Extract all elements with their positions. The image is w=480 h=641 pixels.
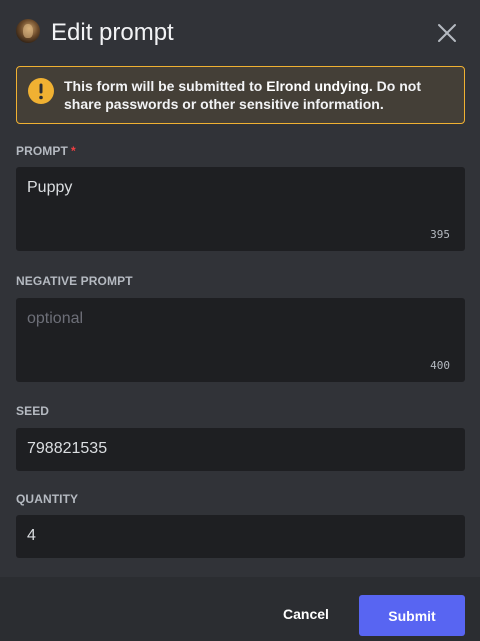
app-avatar-icon: [16, 19, 40, 43]
submit-button[interactable]: Submit: [359, 595, 465, 636]
prompt-label-text: PROMPT: [16, 144, 68, 158]
prompt-char-counter: 395: [430, 228, 450, 241]
quantity-input[interactable]: 4: [16, 515, 465, 558]
quantity-value: 4: [27, 527, 36, 544]
modal-title: Edit prompt: [51, 19, 174, 46]
seed-value: 798821535: [27, 440, 108, 457]
cancel-button[interactable]: Cancel: [268, 595, 344, 633]
negative-prompt-char-counter: 400: [430, 359, 450, 372]
close-icon: [438, 24, 456, 42]
close-button[interactable]: [434, 20, 460, 46]
edit-prompt-modal: Edit prompt This form will be submitted …: [0, 0, 480, 641]
seed-input[interactable]: 798821535: [16, 428, 465, 471]
warning-notice-text: This form will be submitted to Elrond un…: [64, 77, 456, 113]
modal-header: Edit prompt: [0, 0, 480, 66]
prompt-textarea[interactable]: Puppy 395: [16, 167, 465, 251]
required-mark: *: [70, 144, 76, 158]
negative-prompt-placeholder: optional: [27, 310, 84, 327]
seed-label: SEED: [16, 404, 50, 418]
quantity-label: QUANTITY: [16, 492, 79, 506]
warning-notice: This form will be submitted to Elrond un…: [16, 66, 465, 124]
prompt-label: PROMPT *: [16, 143, 76, 159]
negative-prompt-textarea[interactable]: optional 400: [16, 298, 465, 382]
modal-footer: Cancel Submit: [0, 577, 480, 641]
negative-prompt-label: NEGATIVE PROMPT: [16, 274, 133, 288]
prompt-value: Puppy: [27, 179, 73, 196]
warning-icon: [28, 78, 54, 104]
notice-app-name: Elrond undying: [266, 78, 369, 94]
notice-text-prefix: This form will be submitted to: [64, 78, 267, 94]
